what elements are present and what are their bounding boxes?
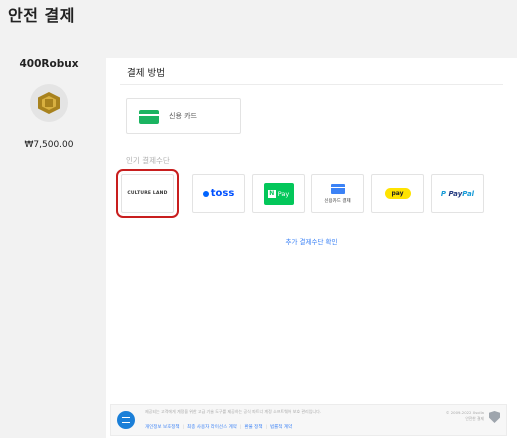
naverpay-label: Pay <box>277 189 290 198</box>
robux-icon <box>30 84 68 122</box>
divider <box>120 84 503 85</box>
payment-method-heading: 결제 방법 <box>127 68 165 79</box>
order-summary: 400Robux ₩7,500.00 <box>0 58 98 150</box>
more-payment-methods-link[interactable]: 추가 결제수단 확인 <box>106 236 517 246</box>
credit-card-pay-option[interactable]: 신용카드 결제 <box>311 174 364 213</box>
toss-option[interactable]: toss <box>192 174 245 213</box>
privacy-policy-link[interactable]: 개인정보 보호정책 <box>145 425 180 430</box>
credit-card-label: 신용 카드 <box>169 112 197 120</box>
naverpay-option[interactable]: N Pay <box>252 174 305 213</box>
credit-card-option[interactable]: 신용 카드 <box>126 98 241 134</box>
cultureland-option[interactable]: CULTURE LAND <box>116 169 179 218</box>
footer: 제공되는 고객에게 계정을 위한 고급 기술 도구를 제공하는 공식 파트너 계… <box>110 404 507 436</box>
refund-policy-link[interactable]: 환불 정책 <box>244 425 262 430</box>
footer-links: 개인정보 보호정책 | 최종 사용자 라이선스 계약 | 환불 정책 | 법률적 계약 <box>145 425 293 430</box>
copyright: © 2009-2022 Xsolla 안전한 결제 <box>445 410 484 421</box>
popular-methods-heading: 인기 결제수단 <box>126 156 170 165</box>
toss-dot-icon <box>202 190 209 197</box>
card-icon <box>330 183 345 194</box>
kakaopay-label: pay <box>391 190 404 197</box>
credit-card-pay-label: 신용카드 결제 <box>324 198 351 204</box>
legal-link[interactable]: 법률적 계약 <box>270 425 292 430</box>
toss-logo: toss <box>202 188 235 199</box>
kakaopay-logo: pay <box>384 188 411 199</box>
naver-n-icon: N <box>267 189 276 198</box>
chat-icon[interactable] <box>117 411 135 429</box>
payment-panel: 결제 방법 신용 카드 인기 결제수단 CULTURE LAND toss N … <box>106 58 517 438</box>
product-name: 400Robux <box>19 58 79 70</box>
shield-icon <box>489 411 500 423</box>
kakaopay-option[interactable]: pay <box>371 174 424 213</box>
product-price: ₩7,500.00 <box>24 140 74 150</box>
paypal-logo: P PayPal <box>440 189 475 198</box>
credit-card-icon <box>139 110 159 124</box>
naverpay-logo: N Pay <box>263 182 294 205</box>
toss-label: toss <box>210 188 235 199</box>
cultureland-logo: CULTURE LAND <box>127 191 168 196</box>
footer-notice: 제공되는 고객에게 계정을 위한 고급 기술 도구를 제공하는 공식 파트너 계… <box>145 409 322 414</box>
paypal-option[interactable]: P PayPal <box>431 174 484 213</box>
eula-link[interactable]: 최종 사용자 라이선스 계약 <box>187 425 237 430</box>
page-title: 안전 결제 <box>8 6 75 25</box>
